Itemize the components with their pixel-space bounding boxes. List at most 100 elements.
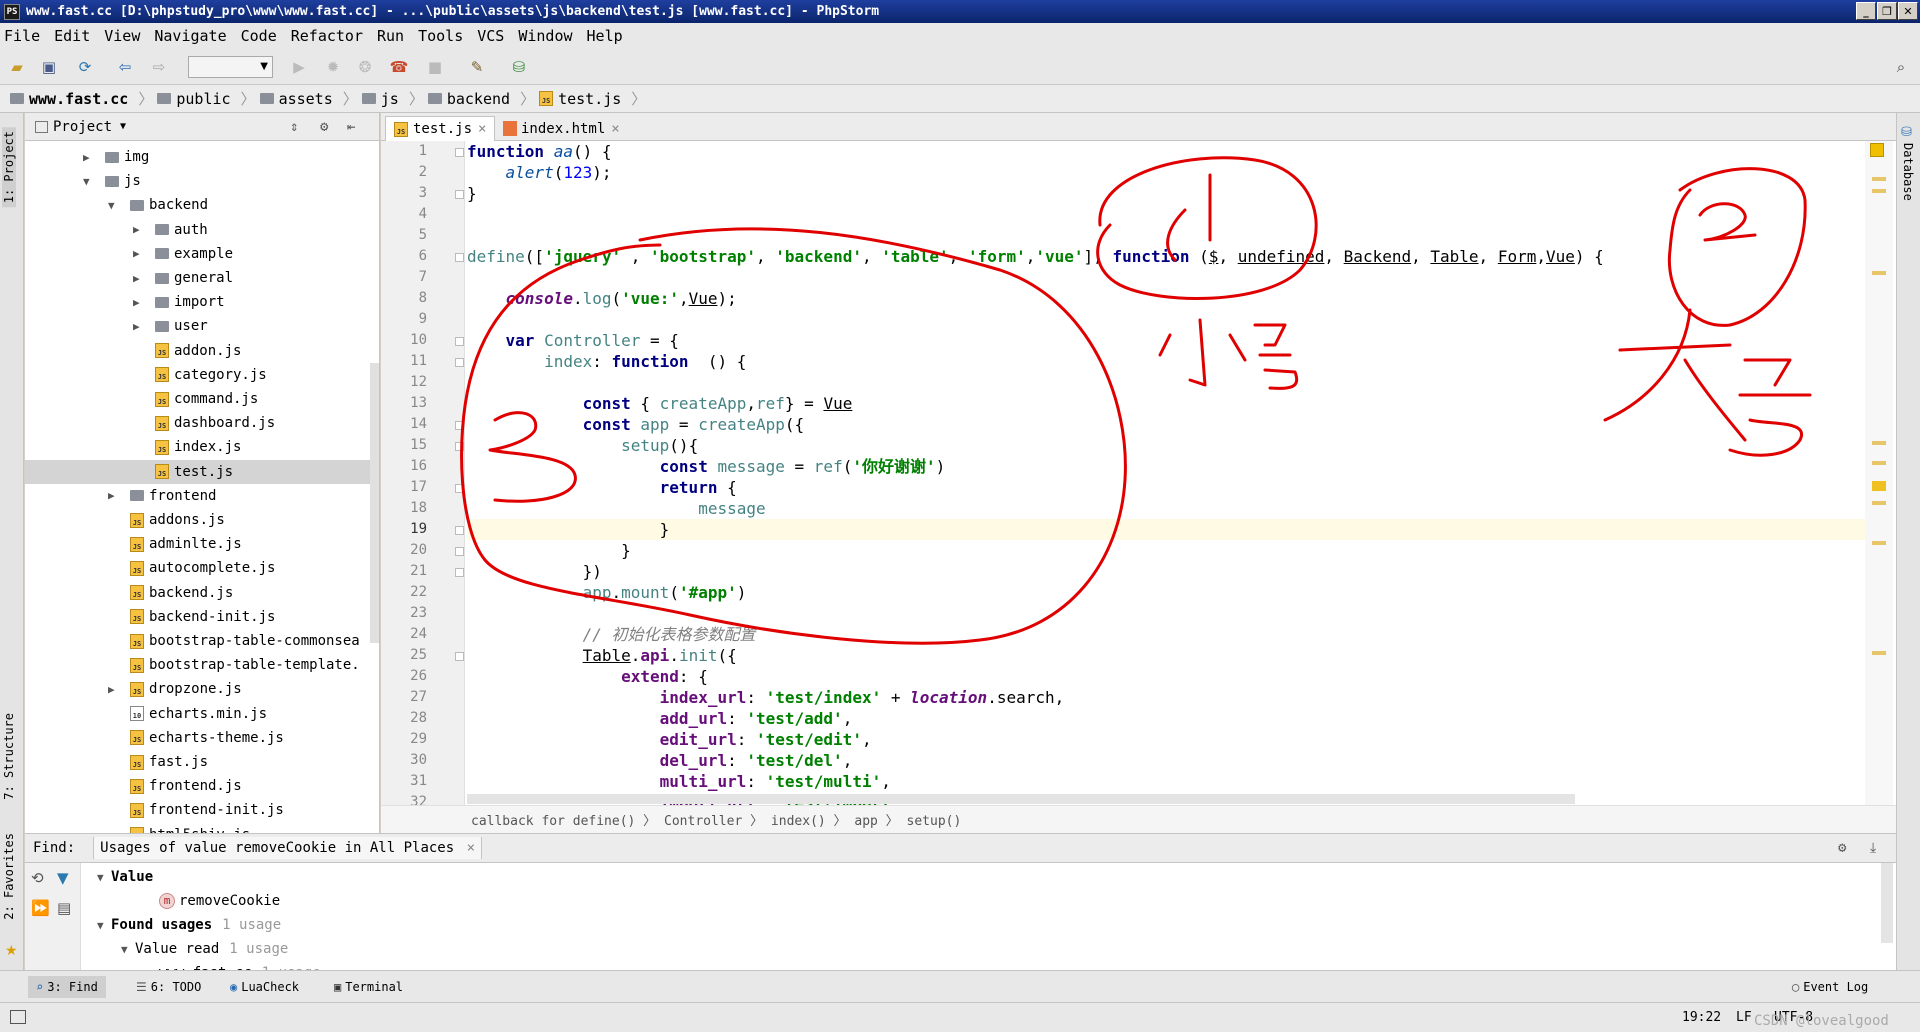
code-line[interactable]: index: function () { <box>467 351 746 372</box>
line-number[interactable]: 6 <box>387 248 427 264</box>
tree-folder[interactable]: ▼ js <box>25 169 370 193</box>
code-line[interactable]: } <box>467 183 477 204</box>
error-stripe-mark[interactable] <box>1872 177 1886 181</box>
error-stripe-mark[interactable] <box>1872 481 1886 491</box>
code-line[interactable]: } <box>467 519 1867 540</box>
code-line[interactable]: }) <box>467 561 602 582</box>
tree-folder[interactable]: ▶ user <box>25 314 370 338</box>
tree-file[interactable]: JS dashboard.js <box>25 411 370 435</box>
line-number[interactable]: 25 <box>387 647 427 663</box>
tree-expand-arrow-icon[interactable]: ▶ <box>83 151 97 164</box>
line-number-gutter[interactable]: 1 2 3 4 5 6 7 8 9 10 11 12 13 14 15 16 17 18 19 20 21 22 23 24 2… <box>381 141 465 810</box>
line-number[interactable]: 14 <box>387 416 427 432</box>
project-scrollbar[interactable] <box>370 363 379 643</box>
code-line[interactable]: const message = ref('你好谢谢') <box>467 456 946 477</box>
tree-file[interactable]: JS fast.js <box>25 750 370 774</box>
forward-arrow-icon[interactable]: ⇨ <box>150 58 168 76</box>
find-scrollbar[interactable] <box>1881 863 1893 943</box>
line-number[interactable]: 22 <box>387 584 427 600</box>
code-line[interactable]: edit_url: 'test/edit', <box>467 729 872 750</box>
line-number[interactable]: 21 <box>387 563 427 579</box>
code-line[interactable]: app.mount('#app') <box>467 582 747 603</box>
line-separator[interactable]: LF <box>1736 1010 1752 1025</box>
close-tab-icon[interactable]: × <box>611 121 619 137</box>
line-number[interactable]: 28 <box>387 710 427 726</box>
menu-navigate[interactable]: Navigate <box>154 27 226 45</box>
line-number[interactable]: 1 <box>387 143 427 159</box>
code-line[interactable]: define(['jquery' , 'bootstrap', 'backend… <box>467 246 1604 267</box>
menu-view[interactable]: View <box>104 27 140 45</box>
back-arrow-icon[interactable]: ⇦ <box>116 58 134 76</box>
tree-expand-arrow-icon[interactable]: ▶ <box>133 272 147 285</box>
line-number[interactable]: 16 <box>387 458 427 474</box>
tree-expand-arrow-icon[interactable]: ▶ <box>108 489 122 502</box>
coverage-icon[interactable]: ❂ <box>356 58 374 76</box>
fold-marker-icon[interactable] <box>455 253 464 262</box>
tool-windows-icon[interactable] <box>10 1010 26 1024</box>
tree-file[interactable]: JShtml5shiv.js <box>25 823 370 833</box>
fold-marker-icon[interactable] <box>455 652 464 661</box>
code-line[interactable]: multi_url: 'test/multi', <box>467 771 891 792</box>
tree-expand-arrow-icon[interactable]: ▶ <box>133 296 147 309</box>
preview-icon[interactable]: ▤ <box>57 899 71 917</box>
code-line[interactable]: } <box>467 540 631 561</box>
fold-marker-icon[interactable] <box>455 442 464 451</box>
code-line[interactable]: extend: { <box>467 666 708 687</box>
find-result-row[interactable]: ▼ Value read 1 usage <box>121 937 288 961</box>
database-tool-tab[interactable]: Database <box>1901 143 1915 201</box>
open-folder-icon[interactable]: ▰ <box>8 58 26 76</box>
find-tab[interactable]: Usages of value removeCookie in All Plac… <box>93 837 483 859</box>
tool-tab-find[interactable]: ⌕ 3: Find <box>28 976 106 998</box>
tree-folder[interactable]: ▶ general <box>25 266 370 290</box>
line-number[interactable]: 4 <box>387 206 427 222</box>
tree-expand-arrow-icon[interactable]: ▼ <box>121 943 135 956</box>
close-tab-icon[interactable]: × <box>478 121 486 137</box>
tool-tab-luacheck[interactable]: ◉ LuaCheck <box>222 976 307 998</box>
chevron-down-icon[interactable]: ▼ <box>120 121 126 132</box>
line-number[interactable]: 9 <box>387 311 427 327</box>
tool-tab-terminal[interactable]: ▣ Terminal <box>326 976 411 998</box>
find-result-row[interactable]: ▼ Value <box>97 865 153 889</box>
tree-expand-arrow-icon[interactable]: ▼ <box>97 919 111 932</box>
gear-icon[interactable]: ⚙ <box>1838 840 1846 856</box>
code-line[interactable]: console.log('vue:',Vue); <box>467 288 737 309</box>
tree-folder[interactable]: ▶ import <box>25 290 370 314</box>
tree-file[interactable]: JS addon.js <box>25 339 370 363</box>
event-log-button[interactable]: ◯ Event Log <box>1784 976 1876 998</box>
structure-tool-tab[interactable]: 7: Structure <box>2 713 16 800</box>
tree-folder[interactable]: ▶ frontend <box>25 484 370 508</box>
fold-marker-icon[interactable] <box>455 526 464 535</box>
horizontal-scrollbar[interactable] <box>467 794 1575 804</box>
tree-file[interactable]: JS autocomplete.js <box>25 556 370 580</box>
maximize-button[interactable]: ❐ <box>1877 2 1897 20</box>
code-line[interactable]: const app = createApp({ <box>467 414 805 435</box>
error-stripe-mark[interactable] <box>1872 189 1886 193</box>
error-stripe-mark[interactable] <box>1872 501 1886 505</box>
tree-expand-arrow-icon[interactable]: ▶ <box>133 247 147 260</box>
error-stripe-mark[interactable] <box>1872 461 1886 465</box>
line-number[interactable]: 23 <box>387 605 427 621</box>
tree-expand-arrow-icon[interactable]: ▼ <box>108 199 122 212</box>
breadcrumb-js[interactable]: js <box>361 90 399 108</box>
code-line[interactable]: add_url: 'test/add', <box>467 708 853 729</box>
tree-folder[interactable]: ▶ example <box>25 242 370 266</box>
code-line[interactable]: Table.api.init({ <box>467 645 737 666</box>
tree-expand-arrow-icon[interactable]: ▼ <box>97 871 111 884</box>
tree-file[interactable]: JS frontend-init.js <box>25 798 370 822</box>
menu-file[interactable]: File <box>4 27 40 45</box>
tree-folder[interactable]: ▶ auth <box>25 218 370 242</box>
debug-icon[interactable]: ✹ <box>324 58 342 76</box>
collapse-all-icon[interactable]: ⇕ <box>290 119 298 135</box>
favorites-tool-tab[interactable]: 2: Favorites <box>2 833 16 920</box>
fold-marker-icon[interactable] <box>455 484 464 493</box>
error-stripe-mark[interactable] <box>1872 441 1886 445</box>
tree-folder[interactable]: ▶ img <box>25 145 370 169</box>
line-number[interactable]: 10 <box>387 332 427 348</box>
filter-icon[interactable]: ▼ <box>57 869 69 887</box>
code-line[interactable]: alert(123); <box>467 162 612 183</box>
fold-marker-icon[interactable] <box>455 358 464 367</box>
line-number[interactable]: 24 <box>387 626 427 642</box>
sync-icon[interactable]: ⟳ <box>76 58 94 76</box>
menu-tools[interactable]: Tools <box>418 27 463 45</box>
code-line[interactable]: del_url: 'test/del', <box>467 750 853 771</box>
